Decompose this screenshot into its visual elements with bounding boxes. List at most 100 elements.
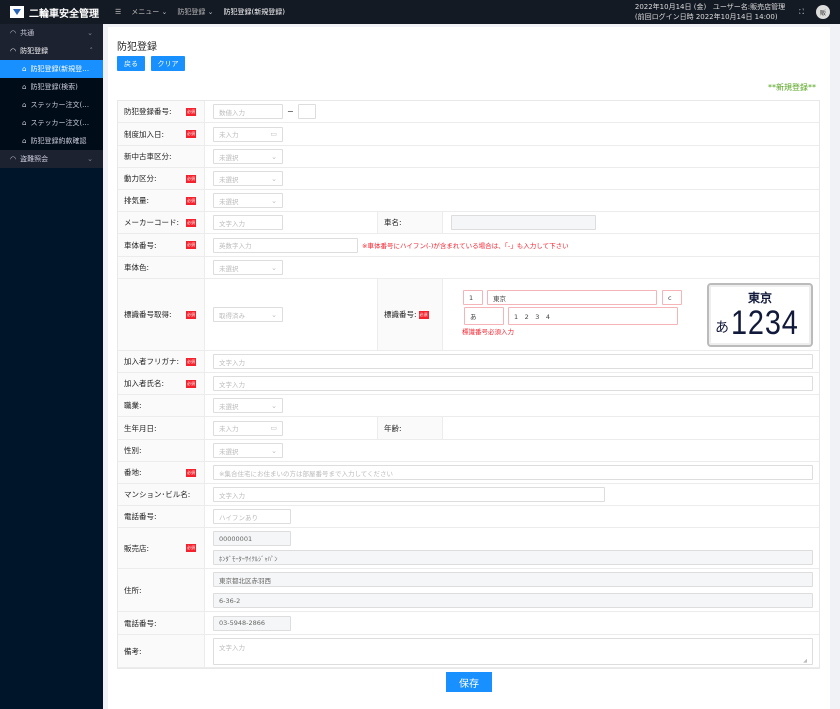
home-icon: ⌂ <box>22 65 27 73</box>
job-select[interactable]: 未選択 ⌄ <box>213 398 283 413</box>
color-select[interactable]: 未選択 ⌄ <box>213 260 283 275</box>
label-birth: 生年月日: <box>118 417 205 439</box>
join_date-date[interactable]: 未入力 ▭ <box>213 126 283 142</box>
label-age: 年齢: <box>377 417 443 439</box>
row-furigana: 加入者フリガナ: 必須 文字入力 <box>118 351 819 373</box>
required-badge: 必須 <box>186 357 196 366</box>
page-title: 防犯登録 <box>117 42 157 53</box>
calendar-icon: ▭ <box>270 424 277 432</box>
reg-no-input[interactable]: 数値入力 <box>213 104 283 119</box>
label-name: 加入者氏名: 必須 <box>118 373 205 394</box>
row-building: マンション･ビル名: 文字入力 <box>118 484 819 506</box>
breadcrumb: ☰ メニュー ⌄ 防犯登録 ⌄ 防犯登録(新規登録) <box>103 7 285 17</box>
breadcrumb-crime-reg[interactable]: 防犯登録 ⌄ <box>177 7 213 17</box>
sidebar-item-sticker-2[interactable]: ⌂ ステッカー注文(… <box>0 114 103 132</box>
row-address: 番地: 必須 ※集合住宅にお住まいの方は部屋番号まで入力してください <box>118 462 819 484</box>
row-phone: 電話番号: ハイフンあり <box>118 506 819 528</box>
label-reg_no: 防犯登録番号: 必須 <box>118 101 205 122</box>
save-button[interactable]: 保存 <box>446 672 492 692</box>
sidebar: ◠ 共通 ⌄ ◠ 防犯登録 ˄ ⌂ 防犯登録(新規登… ⌂ 防犯登録(検索) ⌂ ステッカー注… <box>0 24 103 709</box>
building-input[interactable]: 文字入力 <box>213 487 605 502</box>
shop-address-2[interactable]: 6-36-2 <box>213 593 813 608</box>
gauge-icon: ◠ <box>10 29 17 37</box>
row-shop_phone: 電話番号: 03-5948-2866 <box>118 612 819 635</box>
label-furigana: 加入者フリガナ: 必須 <box>118 351 205 372</box>
label-phone: 電話番号: <box>118 506 205 527</box>
label-job: 職業: <box>118 395 205 416</box>
power-select[interactable]: 未選択 ⌄ <box>213 171 283 186</box>
remarks-textarea[interactable]: 文字入力 ◢ <box>213 637 813 665</box>
chevron-down-icon: ⌄ <box>87 155 93 163</box>
required-badge: 必須 <box>186 468 196 477</box>
frame-no-input[interactable]: 英数字入力 <box>213 237 358 253</box>
gender-select[interactable]: 未選択 ⌄ <box>213 443 283 458</box>
required-badge: 必須 <box>418 310 429 319</box>
label-power: 動力区分: 必須 <box>118 168 205 189</box>
row-remarks: 備考: 文字入力 ◢ <box>118 635 819 668</box>
sidebar-item-search[interactable]: ⌂ 防犯登録(検索) <box>0 78 103 96</box>
registration-form: 防犯登録番号: 必須 数値入力 − 制度加入日: 必須 未入力 ▭ 新中古車区分: 未選択 ⌄ 動力区… <box>117 100 820 669</box>
row-plate_obtained: 標識番号取得: 必須 取得済み ⌄ 標識番号: 必須 1 東京 c あ 1 2 3 4 標… <box>118 279 819 351</box>
name-input[interactable]: 文字入力 <box>213 376 813 391</box>
plate-region-input[interactable]: 東京 <box>487 290 657 305</box>
maker-code-input[interactable]: 文字入力 <box>213 215 283 230</box>
logo-icon <box>10 6 24 18</box>
back-button[interactable]: 戻る <box>117 56 145 71</box>
label-displacement: 排気量: 必須 <box>118 190 205 211</box>
row-reg_no: 防犯登録番号: 必須 数値入力 − <box>118 101 819 123</box>
label-address: 番地: 必須 <box>118 462 205 483</box>
reg-no-suffix-input[interactable] <box>297 104 316 119</box>
sidebar-group-crime-reg[interactable]: ◠ 防犯登録 ˄ <box>0 42 103 60</box>
avatar[interactable]: 販 <box>816 5 830 19</box>
shop-address-1[interactable]: 東京都北区赤羽西 <box>213 572 813 587</box>
plate-number-input[interactable]: 1 2 3 4 <box>508 307 678 325</box>
label-new_used: 新中古車区分: <box>118 146 205 167</box>
required-badge: 必須 <box>186 544 196 552</box>
sidebar-item-sticker-1[interactable]: ⌂ ステッカー注文(… <box>0 96 103 114</box>
furigana-input[interactable]: 文字入力 <box>213 354 813 369</box>
home-icon: ⌂ <box>22 137 27 145</box>
label-gender: 性別: <box>118 440 205 461</box>
birth-date[interactable]: 未入力 ▭ <box>213 420 283 436</box>
chevron-down-icon: ⌄ <box>271 174 277 183</box>
fullscreen-icon[interactable]: ⛶ <box>799 8 804 17</box>
gauge-icon: ◠ <box>10 47 17 55</box>
plate-c-input[interactable]: c <box>662 290 682 305</box>
address-input[interactable]: ※集合住宅にお住まいの方は部屋番号まで入力してください <box>213 465 813 480</box>
app-title: 二輪車安全管理 <box>29 8 99 20</box>
menu-icon[interactable]: ☰ <box>115 8 121 16</box>
sidebar-group-theft[interactable]: ◠ 盗難照会 ⌄ <box>0 150 103 168</box>
dash: − <box>287 107 294 116</box>
label-plate: 標識番号: 必須 <box>377 279 443 350</box>
plate-kana-input[interactable]: あ <box>464 307 504 325</box>
gauge-icon: ◠ <box>10 155 17 163</box>
home-icon: ⌂ <box>22 119 27 127</box>
shop-name-input[interactable]: ﾎﾝﾀﾞﾓｰﾀｰｻｲｸﾙｼﾞｬﾊﾟﾝ <box>213 550 813 565</box>
row-shop: 販売店: 必須 00000001 ﾎﾝﾀﾞﾓｰﾀｰｻｲｸﾙｼﾞｬﾊﾟﾝ <box>118 528 819 569</box>
chevron-down-icon: ⌄ <box>271 310 277 319</box>
car-name-input[interactable] <box>451 215 596 230</box>
row-frame_no: 車体番号: 必須 英数字入力 ※車体番号にハイフン(-)が含まれている場合は、「-」も… <box>118 234 819 257</box>
plate-class-input[interactable]: 1 <box>463 290 483 305</box>
label-car-name: 車名: <box>377 212 443 233</box>
chevron-up-icon: ˄ <box>89 47 94 55</box>
clear-button[interactable]: クリア <box>151 56 185 71</box>
row-displacement: 排気量: 必須 未選択 ⌄ <box>118 190 819 212</box>
required-badge: 必須 <box>186 196 196 205</box>
sidebar-item-new[interactable]: ⌂ 防犯登録(新規登… <box>0 60 103 78</box>
label-shop_address: 住所: <box>118 569 205 611</box>
home-icon: ⌂ <box>22 101 27 109</box>
phone-input[interactable]: ハイフンあり <box>213 509 291 524</box>
shop-phone-input[interactable]: 03-5948-2866 <box>213 615 291 631</box>
new_used-select[interactable]: 未選択 ⌄ <box>213 149 283 164</box>
chevron-down-icon: ⌄ <box>271 446 277 455</box>
resize-handle-icon: ◢ <box>803 657 807 664</box>
plate-obtained-select[interactable]: 取得済み ⌄ <box>213 307 283 322</box>
displacement-select[interactable]: 未選択 ⌄ <box>213 193 283 208</box>
sidebar-item-terms[interactable]: ⌂ 防犯登録約款確認 <box>0 132 103 150</box>
sidebar-group-common[interactable]: ◠ 共通 ⌄ <box>0 24 103 42</box>
shop-code-input[interactable]: 00000001 <box>213 531 291 546</box>
app-logo[interactable]: 二輪車安全管理 <box>0 5 103 20</box>
breadcrumb-menu[interactable]: メニュー ⌄ <box>131 7 167 17</box>
calendar-icon: ▭ <box>270 130 277 138</box>
